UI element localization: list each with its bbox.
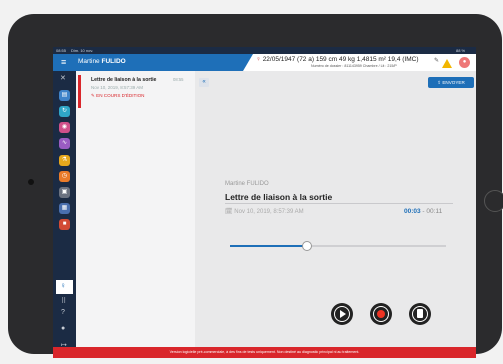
home-button[interactable] [484,190,503,212]
document-author: Martine FULIDO [225,181,269,187]
list-item-time: 08:55 [173,77,184,82]
divider [225,203,453,204]
send-button[interactable]: ⇪ ENVOYER [428,77,474,88]
clock-icon[interactable]: ◷ [59,171,70,182]
record-button[interactable] [370,303,392,325]
status-time: 08:55 [56,48,67,53]
document-icon [417,309,423,318]
play-button[interactable] [331,303,353,325]
document-icon[interactable]: ▦ [59,203,70,214]
play-icon [340,310,346,318]
close-icon[interactable]: ✕ [60,74,66,82]
disclaimer-footer: Version logicielle pré-commerciale, à de… [53,347,476,358]
sidebar: ✕ ▤ ↻ ◉ ∿ ⚗ ◷ ▣ ▦ ■ ♀ ⠿ ? ● ↦ [53,71,76,358]
chart-icon[interactable]: ∿ [59,138,70,149]
folder-icon[interactable]: ▤ [59,90,70,101]
female-icon: ♀ [256,56,261,63]
status-bar: 08:55 Dim. 10 nov. 88 % [53,47,476,54]
patient-name: Martine FULIDO [78,58,126,65]
app-screen: 08:55 Dim. 10 nov. 88 % ≡ Martine FULIDO… [53,47,476,358]
pill-icon[interactable]: ◉ [59,122,70,133]
patient-banner: ≡ Martine FULIDO [53,54,253,71]
edit-icon[interactable]: ✎ [434,57,439,64]
document-title: Lettre de liaison à la sortie [225,192,333,202]
refresh-icon[interactable]: ↻ [59,106,70,117]
list-item-title: Lettre de liaison à la sortie [91,77,157,83]
flask-icon[interactable]: ⚗ [59,155,70,166]
audio-progress-fill [230,245,306,247]
collapse-list-button[interactable]: « [199,78,209,87]
bmi: 19,4 (IMC) [387,56,419,63]
patient-vitals: ♀ 22/05/1947 (72 a) 159 cm 49 kg 1,4815 … [256,56,418,63]
status-date: Dim. 10 nov. [71,48,94,53]
send-label: ENVOYER [442,80,465,85]
document-panel: « ⇪ ENVOYER Martine FULIDO Lettre de lia… [195,71,476,358]
list-item-status: ✎ EN COURS D'ÉDITION [91,93,145,98]
avatar[interactable]: ● [459,57,470,68]
weight: 49 kg [338,56,355,63]
patient-last-name: FULIDO [101,58,126,65]
record-icon[interactable]: ■ [59,219,70,230]
dossier-info: Numéro de dossier : 811143959 Chambre / … [311,64,397,68]
document-date: 🗓 Nov 10, 2019, 8:57:39 AM [225,209,304,215]
patient-header: ≡ Martine FULIDO ♀ 22/05/1947 (72 a) 159… [53,54,476,71]
camera [28,179,34,185]
grid-icon[interactable]: ⠿ [61,297,66,305]
total-time: 00:11 [426,208,443,215]
tablet-frame: 08:55 Dim. 10 nov. 88 % ≡ Martine FULIDO… [8,14,503,358]
patient-first-name: Martine [78,58,100,65]
list-item-date: Nov 10, 2019, 8:57:39 AM [91,85,144,90]
editing-indicator [78,75,81,108]
record-icon [377,310,385,318]
birthdate-age: 22/05/1947 (72 a) [262,56,315,63]
elapsed-time: 00:03 [404,208,421,215]
hamburger-menu-icon[interactable]: ≡ [61,58,66,67]
document-date-text: Nov 10, 2019, 8:57:39 AM [234,209,304,215]
recording-timer: 00:03 - 00:11 [404,208,443,215]
body-surface-area: 1,4815 m² [356,56,386,63]
battery-level: 88 % [456,48,466,53]
height: 159 cm [315,56,338,63]
help-icon[interactable]: ? [61,309,65,316]
status-label: EN COURS D'ÉDITION [96,93,145,98]
document-list: Lettre de liaison à la sortie 08:55 Nov … [76,71,195,358]
sidebar-item-dictation[interactable]: ♀ [56,280,73,294]
audio-progress-thumb[interactable] [301,241,312,251]
location-icon[interactable]: ● [61,325,65,332]
warning-icon[interactable] [442,59,452,68]
printer-icon[interactable]: ▣ [59,187,70,198]
document-button[interactable] [409,303,431,325]
microphone-icon: ♀ [60,281,66,290]
